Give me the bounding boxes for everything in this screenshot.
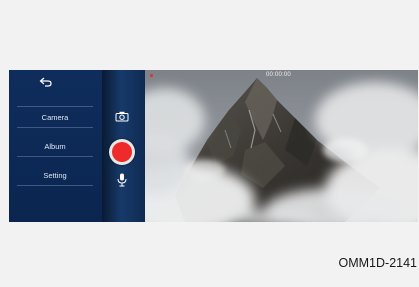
photo-mode-button[interactable] <box>115 109 129 122</box>
menu-item-album[interactable]: Album <box>17 135 93 157</box>
back-arrow-icon <box>39 77 52 87</box>
menu-item-label: Album <box>44 141 66 151</box>
record-dot-icon <box>112 142 132 162</box>
record-button[interactable] <box>109 139 135 165</box>
menu-item-setting[interactable]: Setting <box>17 164 93 186</box>
head-unit-screen: Camera Album Setting 00:00:00 <box>9 70 418 222</box>
recording-timer: 00:00:00 <box>266 72 291 78</box>
figure-code: OMM1D-2141 <box>338 256 418 270</box>
back-button[interactable] <box>37 75 55 89</box>
recording-indicator-dot <box>150 74 153 77</box>
menu-item-label: Setting <box>43 170 67 180</box>
menu-item-camera[interactable]: Camera <box>17 106 93 128</box>
mountain-landscape-image <box>145 70 418 222</box>
camera-icon <box>115 111 129 122</box>
side-menu: Camera Album Setting <box>9 70 102 222</box>
microphone-icon <box>117 173 127 187</box>
microphone-button[interactable] <box>117 173 127 187</box>
camera-viewfinder[interactable]: 00:00:00 <box>145 70 418 222</box>
menu-item-label: Camera <box>41 112 69 122</box>
camera-control-bar <box>102 70 145 222</box>
